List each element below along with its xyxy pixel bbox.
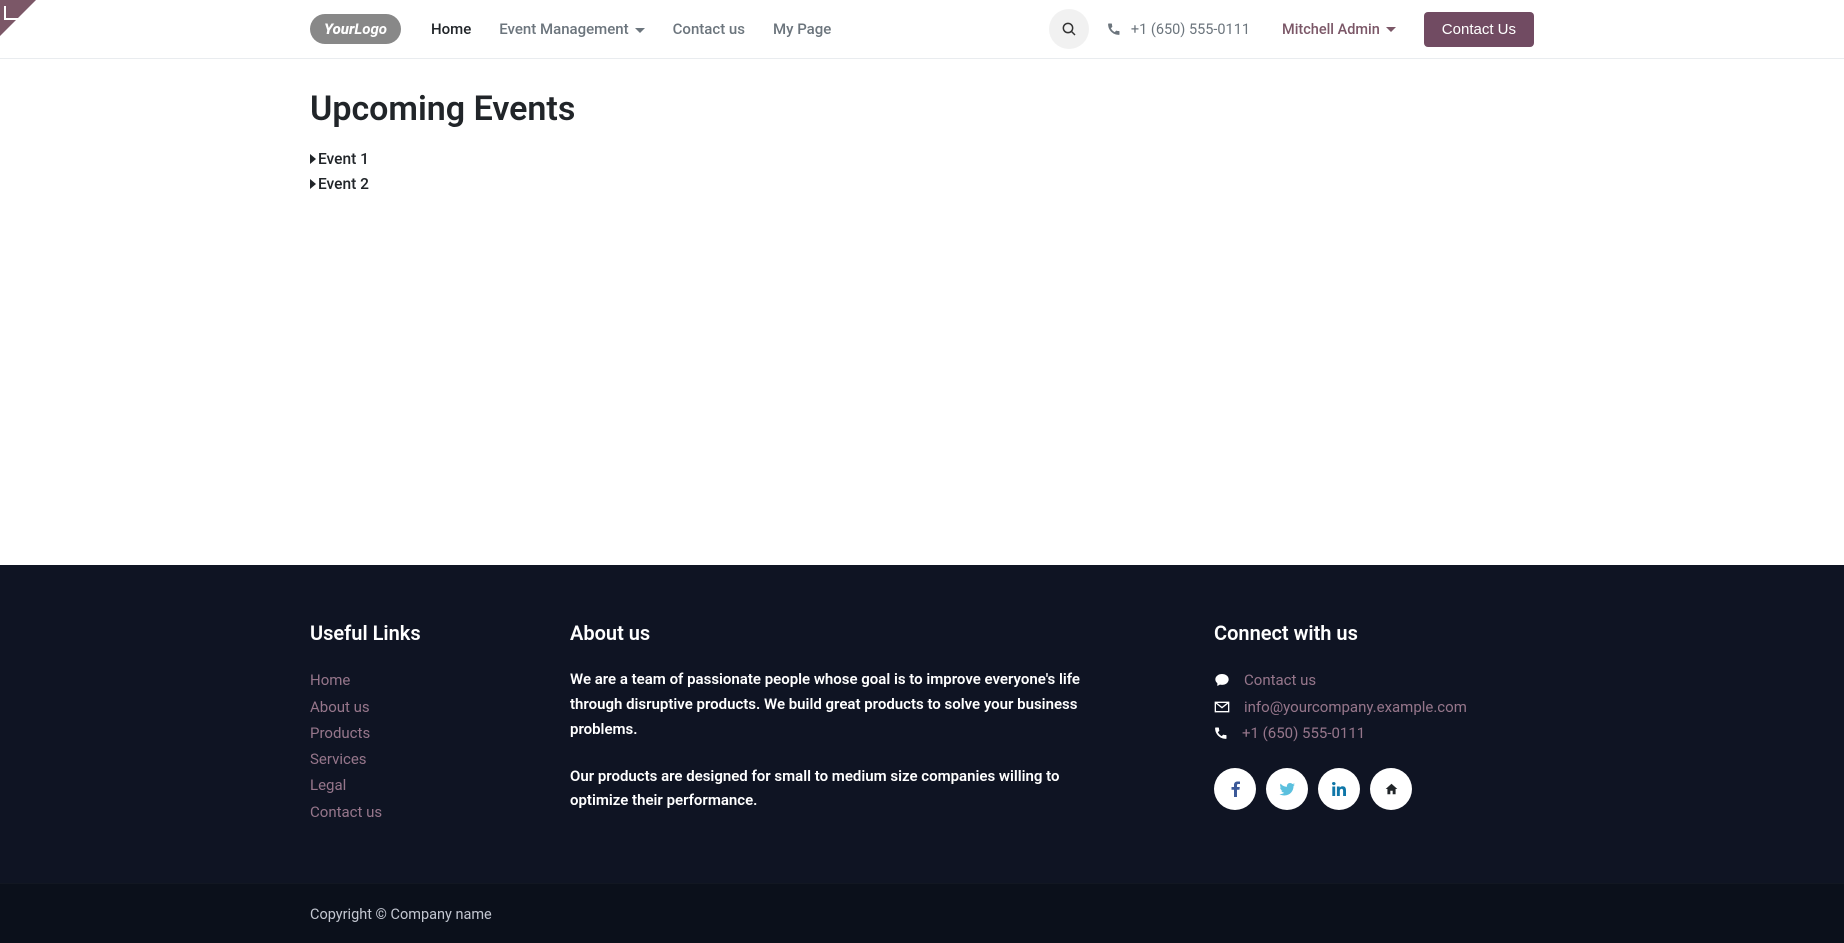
search-icon — [1061, 21, 1077, 37]
edit-corner-tab[interactable] — [0, 0, 36, 36]
main-content: Upcoming Events Event 1Event 2 — [0, 59, 1844, 237]
footer-link-services[interactable]: Services — [310, 746, 530, 772]
header-phone-text: +1 (650) 555-0111 — [1131, 21, 1250, 38]
footer-link-about-us[interactable]: About us — [310, 694, 530, 720]
event-item-1[interactable]: Event 1 — [310, 147, 1534, 172]
nav-my-page[interactable]: My Page — [763, 12, 841, 46]
event-item-2[interactable]: Event 2 — [310, 172, 1534, 197]
phone-icon — [1107, 22, 1121, 36]
footer-link-contact-us[interactable]: Contact us — [310, 799, 530, 825]
footer-email-link[interactable]: info@yourcompany.example.com — [1244, 694, 1467, 720]
footer-link-home[interactable]: Home — [310, 667, 530, 693]
page-title: Upcoming Events — [310, 89, 1534, 129]
chat-icon — [1214, 672, 1230, 688]
twitter-icon — [1279, 783, 1295, 796]
site-footer: Useful Links HomeAbout usProductsService… — [0, 565, 1844, 943]
social-home[interactable] — [1370, 768, 1412, 810]
footer-about-title: About us — [570, 621, 1110, 645]
header-phone[interactable]: +1 (650) 555-0111 — [1107, 21, 1250, 38]
contact-us-button[interactable]: Contact Us — [1424, 12, 1534, 47]
facebook-icon — [1231, 781, 1240, 797]
social-facebook[interactable] — [1214, 768, 1256, 810]
footer-phone-link[interactable]: +1 (650) 555-0111 — [1242, 720, 1365, 746]
caret-right-icon — [310, 154, 316, 164]
site-logo[interactable]: YourLogo — [310, 14, 401, 44]
nav-event-management[interactable]: Event Management — [489, 12, 654, 46]
footer-contact-link[interactable]: Contact us — [1244, 667, 1316, 693]
nav-contact-us[interactable]: Contact us — [663, 12, 755, 46]
copyright-text: Copyright © Company name — [310, 906, 492, 923]
footer-connect-title: Connect with us — [1214, 621, 1534, 645]
event-label: Event 2 — [318, 172, 369, 197]
user-name: Mitchell Admin — [1282, 21, 1380, 38]
site-header: YourLogo Home Event Management Contact u… — [0, 0, 1844, 59]
footer-about-p2: Our products are designed for small to m… — [570, 764, 1110, 814]
nav-home[interactable]: Home — [421, 12, 481, 46]
phone-icon — [1214, 726, 1228, 740]
home-icon — [1384, 782, 1399, 796]
email-icon — [1214, 699, 1230, 715]
footer-link-legal[interactable]: Legal — [310, 772, 530, 798]
social-twitter[interactable] — [1266, 768, 1308, 810]
social-linkedin[interactable] — [1318, 768, 1360, 810]
event-label: Event 1 — [318, 147, 369, 172]
user-menu[interactable]: Mitchell Admin — [1282, 21, 1396, 38]
footer-useful-links-title: Useful Links — [310, 621, 530, 645]
footer-about-p1: We are a team of passionate people whose… — [570, 667, 1110, 741]
caret-right-icon — [310, 179, 316, 189]
footer-link-products[interactable]: Products — [310, 720, 530, 746]
search-button[interactable] — [1049, 9, 1089, 49]
linkedin-icon — [1332, 782, 1346, 796]
